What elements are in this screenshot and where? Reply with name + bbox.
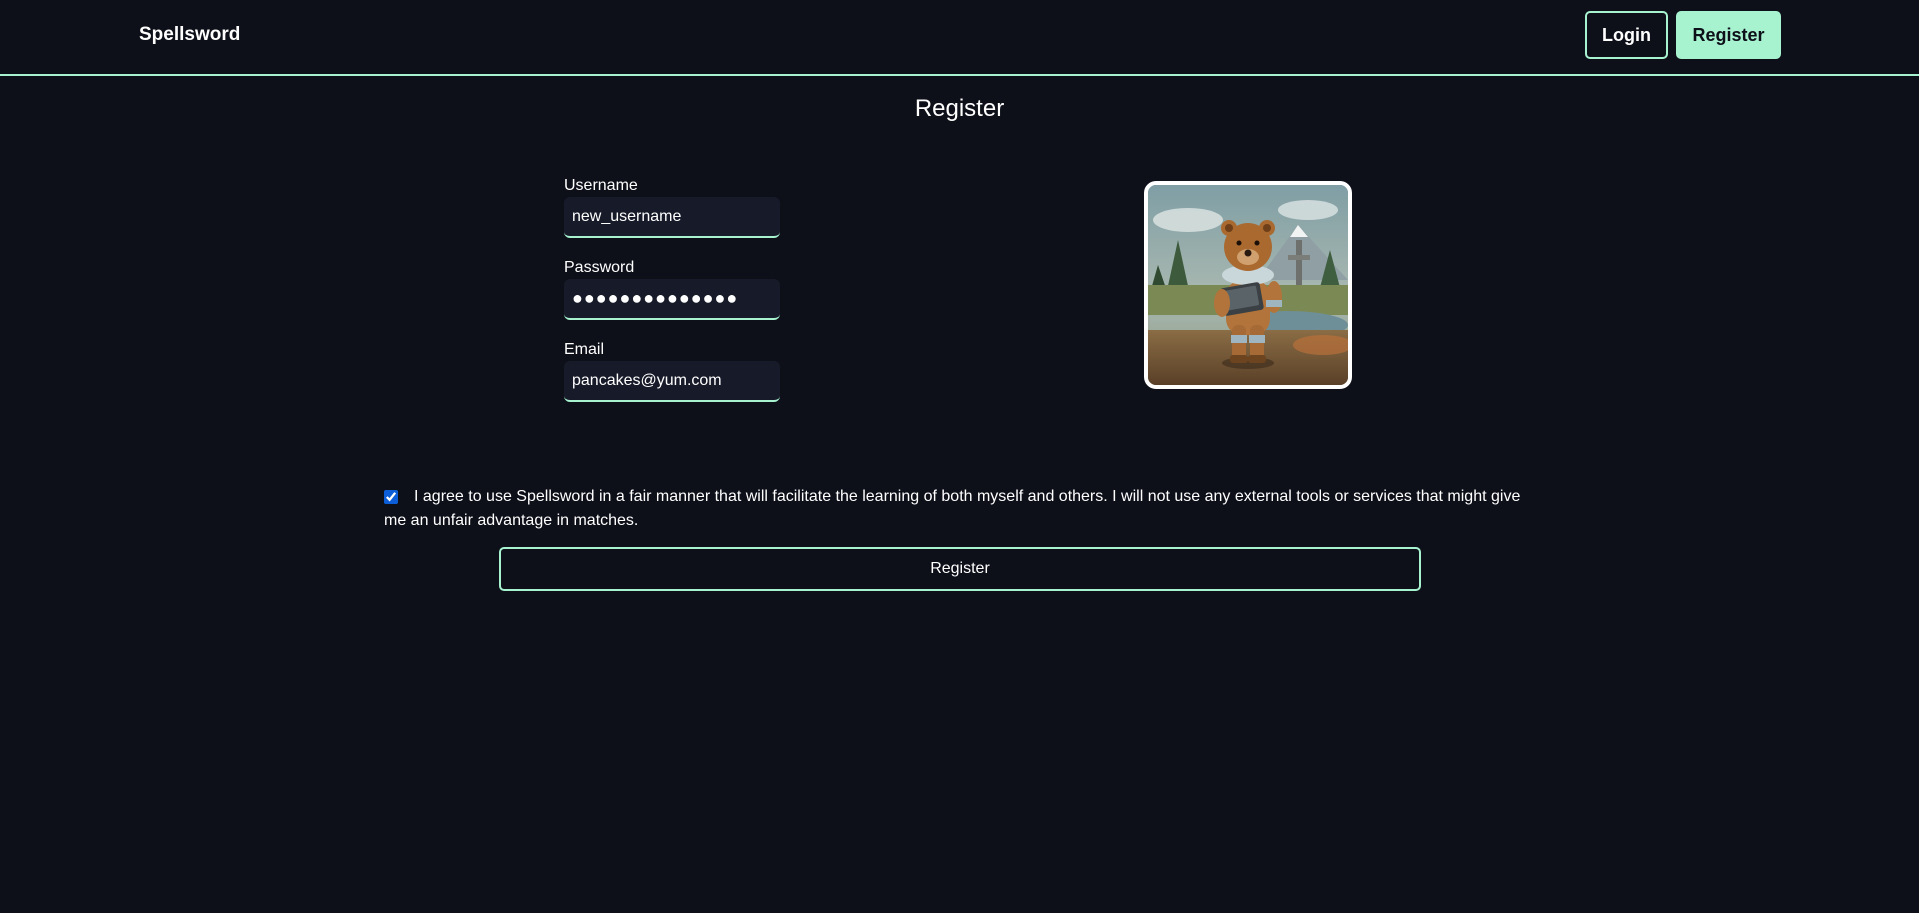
avatar-image bbox=[1144, 181, 1352, 389]
email-label: Email bbox=[564, 341, 605, 358]
username-label: Username bbox=[564, 177, 638, 194]
navbar: Spellsword Login Register bbox=[0, 0, 1919, 76]
email-input[interactable] bbox=[564, 361, 780, 402]
page-title: Register bbox=[914, 95, 1005, 122]
login-button[interactable]: Login bbox=[1585, 11, 1668, 59]
password-input[interactable] bbox=[564, 279, 780, 320]
agreement-text: I agree to use Spellsword in a fair mann… bbox=[384, 488, 1521, 529]
register-submit-button[interactable]: Register bbox=[499, 547, 1421, 591]
password-label: Password bbox=[564, 259, 635, 276]
username-input[interactable] bbox=[564, 197, 780, 238]
brand-logo-link[interactable]: Spellsword bbox=[139, 24, 240, 46]
register-nav-button[interactable]: Register bbox=[1676, 11, 1781, 59]
bear-astronaut-illustration bbox=[1148, 185, 1348, 385]
